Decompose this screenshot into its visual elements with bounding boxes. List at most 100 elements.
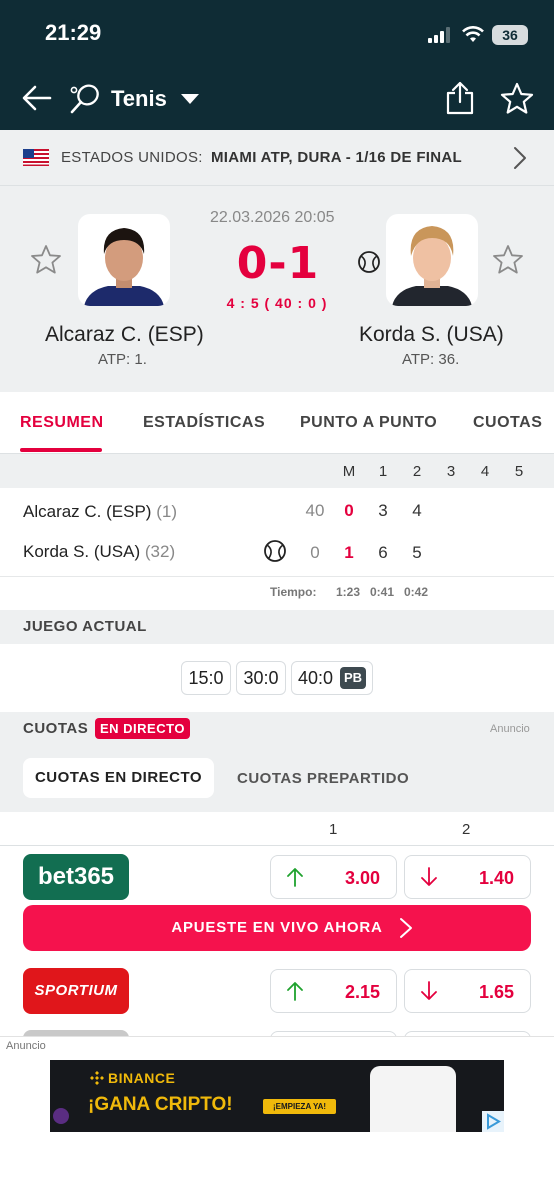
arrow-up-icon [287,868,303,887]
scoreboard: Alcaraz C. (ESP) (1) 40 0 3 4 Korda S. (… [0,488,554,610]
star-icon[interactable] [500,82,534,116]
home-set-2: 4 [412,501,422,520]
match-score: 0-1 [236,238,320,289]
tab-resumen[interactable]: RESUMEN [20,414,104,432]
ad-footer: Anuncio BINANCE ¡GANA CRIPTO! ¡EMPIEZA Y… [0,1036,554,1199]
tab-prematch-odds[interactable]: CUOTAS PREPARTIDO [237,770,409,787]
home-player-rank: ATP: 1. [98,351,147,368]
ad-phone-image [370,1066,456,1132]
current-game: 15:0 30:0 40:0 PB [0,644,554,712]
bookmaker-name: SPORTIUM [34,982,118,999]
odds-column-2: 2 [462,821,471,838]
break-point-badge: PB [340,667,367,689]
battery-indicator: 36 [492,25,528,45]
tennis-racket-icon [70,84,99,114]
sportium-logo[interactable]: SPORTIUM [23,968,129,1014]
match-header: 22.03.2026 20:05 0-1 4 : 5 ( 40 : 0 ) Al… [0,186,554,392]
divider [0,576,554,577]
bet-live-now-button[interactable]: APUESTE EN VIVO AHORA [23,905,531,951]
bookmaker-name: bet365 [37,863,115,890]
column-header-set-1: 1 [378,463,388,480]
column-header-set-5: 5 [514,463,524,480]
away-player-photo[interactable] [386,214,478,306]
section-title: JUEGO ACTUAL [23,618,147,635]
chevron-right-icon [400,918,412,938]
column-header-set-2: 2 [412,463,422,480]
odd-value: 3.00 [344,868,380,888]
time-set-2: 0:42 [404,585,429,599]
column-header-set-4: 4 [480,463,490,480]
player-avatar [392,226,472,306]
home-player-photo[interactable] [78,214,170,306]
chevron-down-icon[interactable] [180,93,200,105]
age-rating-icon [53,1108,69,1124]
arrow-down-icon [421,867,437,886]
home-game-points: 40 [305,501,325,520]
away-set-2: 5 [412,543,422,562]
ad-brand: BINANCE [108,1070,176,1086]
live-badge: EN DIRECTO [95,718,190,739]
odds-column-header: 1 2 [0,812,554,846]
tab-cuotas[interactable]: CUOTAS [473,414,542,432]
tennis-ball-serve-icon [358,251,380,273]
time-total: 1:23 [336,585,361,599]
tennis-ball-serve-icon [264,540,286,562]
favorite-home-star-icon[interactable] [30,244,62,276]
breadcrumb-tournament: MIAMI ATP, DURA - 1/16 DE FINAL [211,149,462,166]
match-tabs: RESUMEN ESTADÍSTICAS PUNTO A PUNTO CUOTA… [0,392,554,454]
time-set-1: 0:41 [370,585,395,599]
point-score-break: 40:0 PB [291,661,373,695]
away-set-1: 6 [378,543,388,562]
breadcrumb[interactable]: ESTADOS UNIDOS: MIAMI ATP, DURA - 1/16 D… [0,130,554,186]
scoreboard-row-home: Alcaraz C. (ESP) (1) [23,502,177,522]
sport-selector[interactable]: Tenis [111,86,167,112]
home-set-1: 3 [378,501,388,520]
home-sets-won: 0 [344,501,354,520]
tab-live-odds[interactable]: CUOTAS EN DIRECTO [23,758,214,798]
breadcrumb-country: ESTADOS UNIDOS: [61,149,203,166]
odd-value: 1.65 [478,982,514,1002]
odd-value: 2.15 [344,982,380,1002]
scoreboard-row-away: Korda S. (USA) (32) [23,542,175,562]
cta-label: APUESTE EN VIVO AHORA [171,919,383,936]
point-score: 40:0 [297,668,333,688]
bet365-logo[interactable]: bet365 [23,854,129,900]
cellular-signal-icon [428,27,454,43]
odds-header: CUOTAS EN DIRECTO Anuncio [0,712,554,746]
odd-button-home[interactable]: 3.00 [270,855,397,899]
ad-label: Anuncio [6,1040,46,1052]
status-time: 21:29 [45,20,102,45]
favorite-away-star-icon[interactable] [492,244,524,276]
odd-button-away[interactable]: 1.40 [404,855,531,899]
point-score: 15:0 [181,661,231,695]
match-datetime: 22.03.2026 20:05 [210,209,335,226]
row-player-rank: (32) [144,542,176,561]
odds-column-1: 1 [329,821,338,838]
odds-list: bet365 3.00 1.40 APUESTE EN VIVO AHORA S… [0,846,554,1036]
ad-banner[interactable]: BINANCE ¡GANA CRIPTO! ¡EMPIEZA YA! [50,1060,504,1132]
tab-punto-a-punto[interactable]: PUNTO A PUNTO [300,414,437,432]
player-avatar [84,228,164,306]
chevron-right-icon[interactable] [513,146,527,170]
binance-logo-icon [90,1071,104,1085]
column-header-m: M [342,463,356,480]
current-game-header: JUEGO ACTUAL [0,610,554,644]
app-header: Tenis [0,66,554,130]
odds-tabs: CUOTAS EN DIRECTO CUOTAS PREPARTIDO [0,746,554,812]
ad-choices-icon[interactable] [482,1111,504,1132]
odd-button-home[interactable]: 2.15 [270,969,397,1013]
tab-estadisticas[interactable]: ESTADÍSTICAS [143,414,265,432]
odd-button-away[interactable]: 1.65 [404,969,531,1013]
away-game-points: 0 [310,543,320,562]
arrow-up-icon [287,982,303,1001]
point-score: 30:0 [236,661,286,695]
home-player-name[interactable]: Alcaraz C. (ESP) [45,323,204,347]
share-icon[interactable] [444,80,476,116]
back-arrow-icon[interactable] [20,82,54,114]
ad-cta-button[interactable]: ¡EMPIEZA YA! [263,1099,337,1114]
away-player-name[interactable]: Korda S. (USA) [359,323,504,347]
column-header-set-3: 3 [446,463,456,480]
row-player-name: Alcaraz C. (ESP) [23,502,152,521]
away-player-rank: ATP: 36. [402,351,460,368]
away-sets-won: 1 [344,543,354,562]
